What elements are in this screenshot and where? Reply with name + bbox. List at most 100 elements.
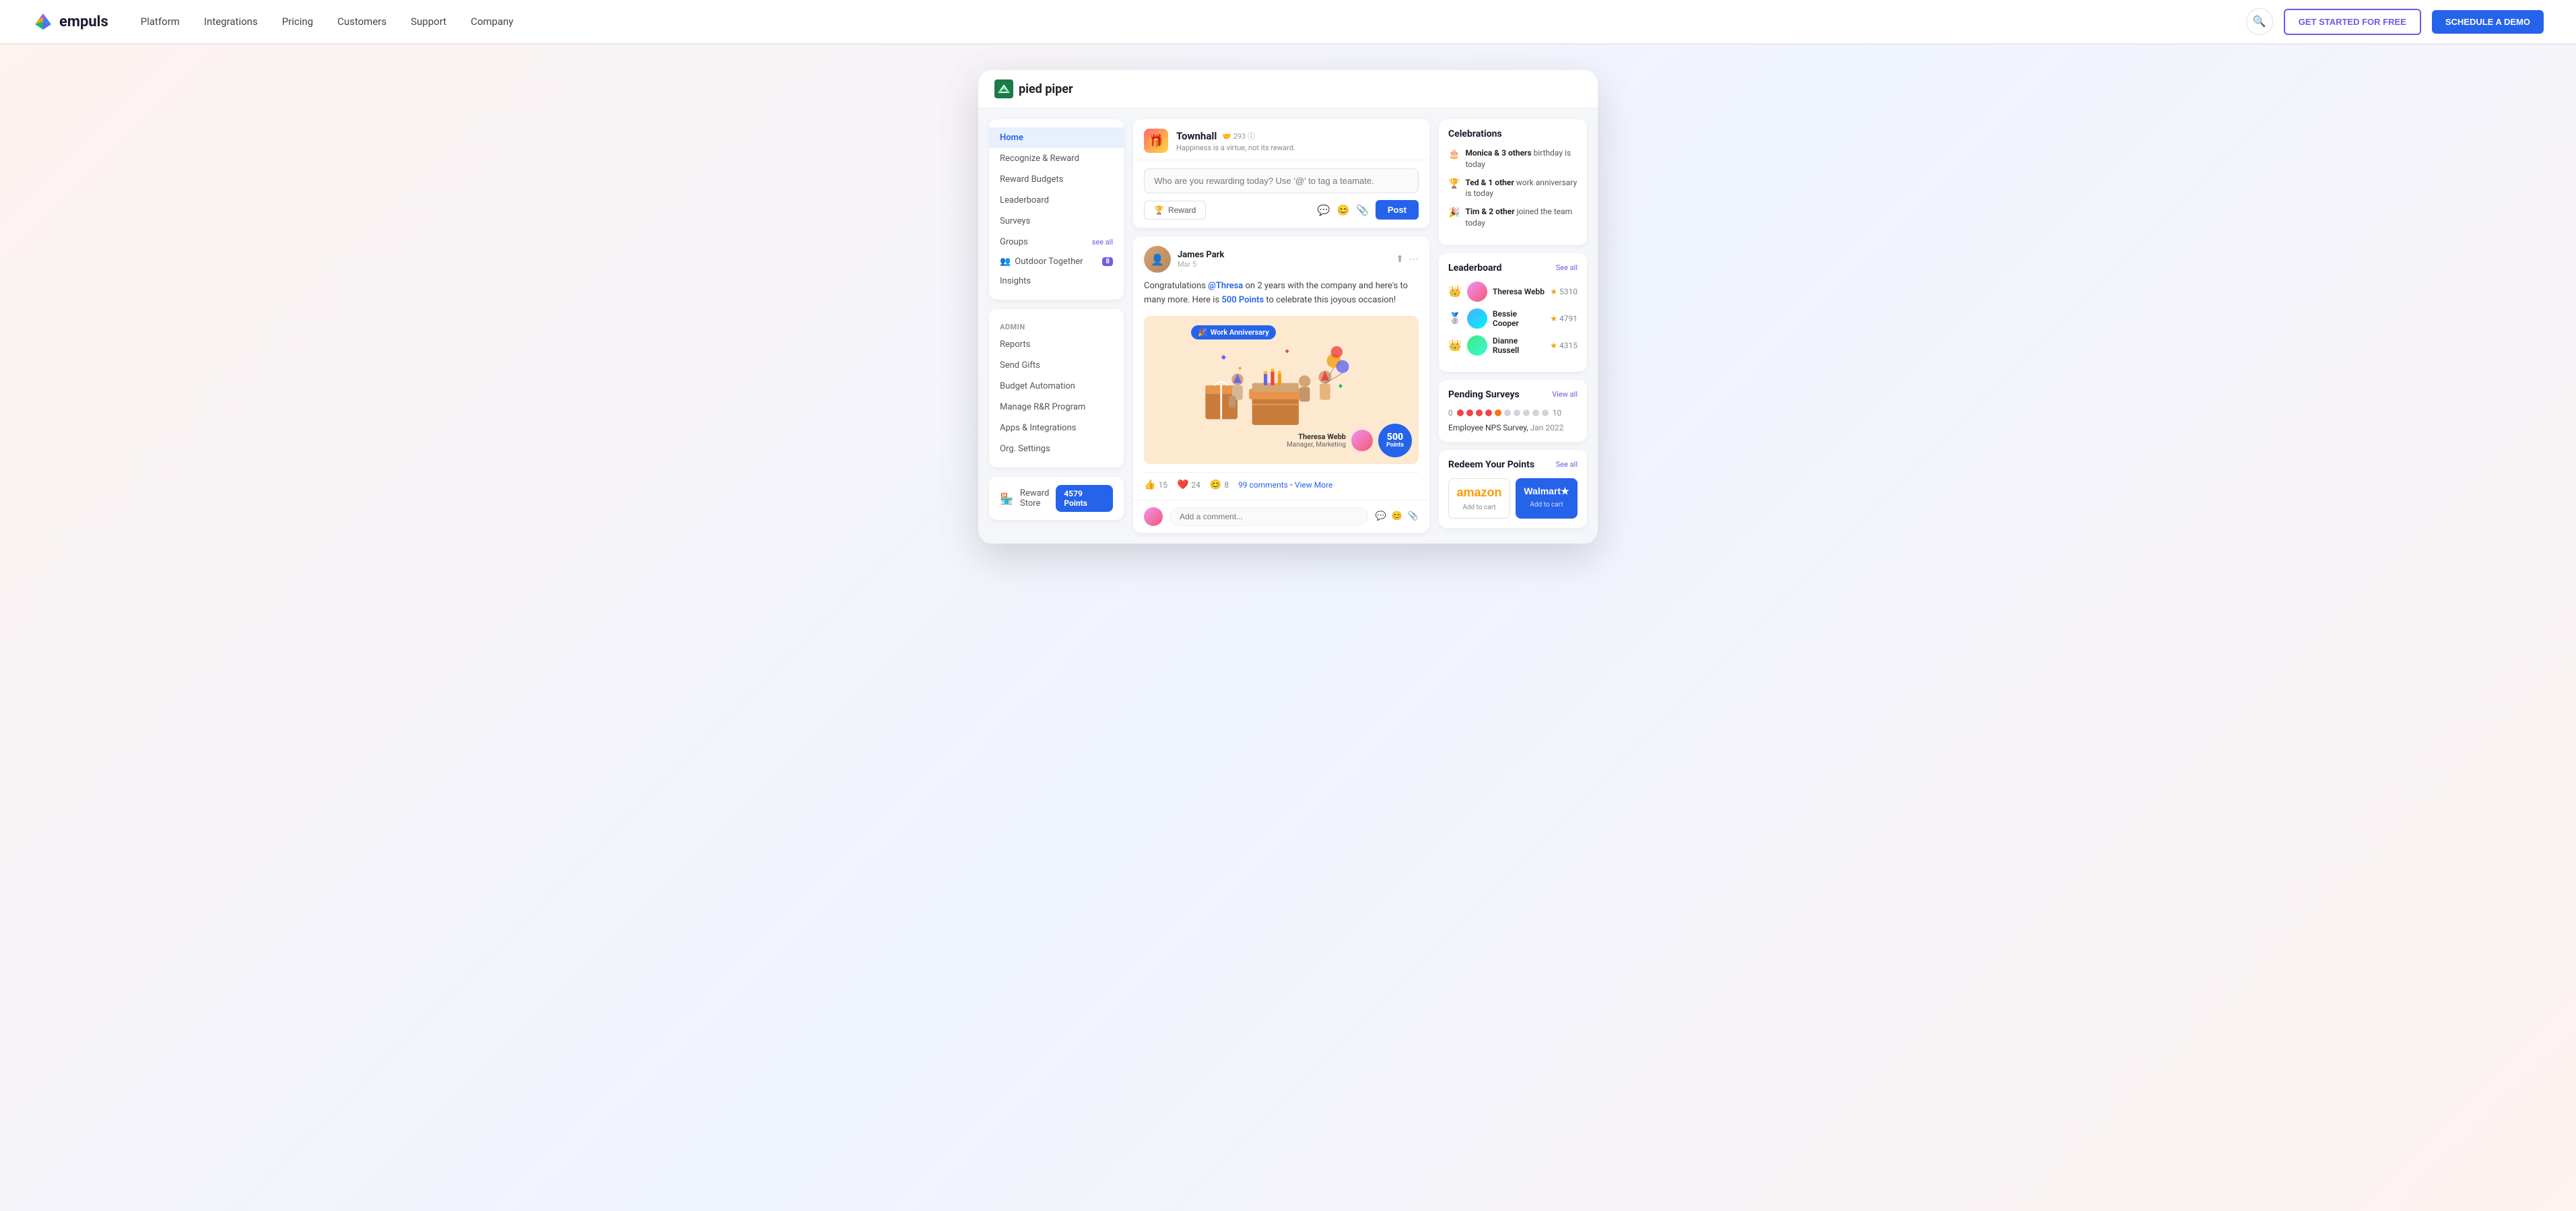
sidebar-item-leaderboard[interactable]: Leaderboard: [989, 190, 1124, 211]
post-input[interactable]: [1144, 168, 1419, 193]
dot-5[interactable]: [1495, 410, 1501, 416]
comment-icon[interactable]: 💬: [1318, 204, 1330, 216]
dot-10[interactable]: [1542, 410, 1549, 416]
star-icon-1: ★: [1550, 287, 1557, 296]
townhall-title-row: Townhall 🤝 293 ⓘ: [1176, 130, 1419, 142]
work-anniversary-badge: 🎉 Work Anniversary: [1191, 325, 1276, 339]
badge-label: Work Anniversary: [1211, 328, 1269, 337]
comment-reaction-icon[interactable]: 😊: [1392, 511, 1402, 521]
empuls-logo-icon: [32, 11, 54, 32]
sidebar-item-org-settings[interactable]: Org. Settings: [989, 438, 1124, 459]
dot-1[interactable]: [1457, 410, 1464, 416]
walmart-logo: Walmart★: [1523, 486, 1570, 497]
reaction-smile[interactable]: 😊 8: [1210, 480, 1229, 490]
leaderboard-see-all[interactable]: See all: [1556, 263, 1578, 272]
post-author-name: James Park: [1178, 250, 1389, 260]
sidebar-item-recognize[interactable]: Recognize & Reward: [989, 148, 1124, 169]
poster-info: Theresa Webb Manager, Marketing: [1287, 432, 1346, 449]
amazon-logo: amazon: [1456, 486, 1503, 500]
group-label: Outdoor Together: [1015, 257, 1098, 267]
sidebar-item-insights[interactable]: Insights: [989, 271, 1124, 292]
group-icon: 👥: [1000, 257, 1011, 267]
leaderboard-title: Leaderboard: [1448, 263, 1501, 273]
sidebar-group-outdoor[interactable]: 👥 Outdoor Together 8: [989, 253, 1124, 271]
view-more-link[interactable]: View More: [1295, 480, 1333, 490]
dot-7[interactable]: [1514, 410, 1520, 416]
surveys-view-all[interactable]: View all: [1552, 390, 1578, 399]
smile-icon: 😊: [1210, 480, 1221, 490]
sidebar-item-send-gifts[interactable]: Send Gifts: [989, 355, 1124, 376]
search-button[interactable]: 🔍: [2246, 8, 2273, 35]
lb-score-3: ★ 4315: [1550, 341, 1578, 350]
comment-icons: 💬 😊 📎: [1375, 511, 1419, 521]
sidebar-item-budget-automation[interactable]: Budget Automation: [989, 376, 1124, 397]
group-badge: 8: [1102, 257, 1113, 266]
reaction-thumbs-up[interactable]: 👍 15: [1144, 480, 1167, 490]
feed-post-card: 👤 James Park Mar 5 ⬆ ⋯: [1133, 236, 1429, 533]
nav-customers[interactable]: Customers: [337, 15, 386, 28]
townhall-card: 🎁 Townhall 🤝 293 ⓘ Happiness is a virtue…: [1133, 119, 1429, 228]
townhall-icon: 🎁: [1144, 129, 1168, 153]
reward-store-bar[interactable]: 🏪 Reward Store 4579 Points: [989, 477, 1124, 520]
nav-pricing[interactable]: Pricing: [282, 15, 313, 28]
celebrations-card: Celebrations 🎂 Monica & 3 others birthda…: [1439, 119, 1587, 245]
comment-emoji-icon[interactable]: 💬: [1375, 511, 1386, 521]
attach-icon[interactable]: 📎: [1356, 204, 1369, 216]
app-body: Home Recognize & Reward Reward Budgets L…: [978, 108, 1598, 544]
townhall-member-count: 🤝 293 ⓘ: [1222, 131, 1255, 141]
reward-store-icon: 🏪: [1000, 492, 1013, 505]
nav-support[interactable]: Support: [411, 15, 446, 28]
walmart-add-to-cart[interactable]: Add to cart: [1523, 501, 1570, 509]
dot-6[interactable]: [1504, 410, 1511, 416]
post-header: 👤 James Park Mar 5 ⬆ ⋯: [1144, 246, 1419, 273]
points-badge: 4579 Points: [1056, 485, 1113, 512]
app-header: pied piper: [978, 70, 1598, 108]
dot-2[interactable]: [1466, 410, 1473, 416]
schedule-demo-button[interactable]: SCHEDULE A DEMO: [2432, 10, 2544, 34]
survey-date: Jan 2022: [1530, 423, 1564, 432]
dot-3[interactable]: [1476, 410, 1483, 416]
comment-attach-icon[interactable]: 📎: [1408, 511, 1419, 521]
rank-icon-3: 👑: [1448, 339, 1462, 352]
get-started-button[interactable]: GET STARTED FOR FREE: [2284, 9, 2421, 35]
nav-platform[interactable]: Platform: [141, 15, 180, 28]
sidebar-item-home[interactable]: Home: [989, 127, 1124, 148]
reward-button[interactable]: 🏆 Reward: [1144, 201, 1206, 220]
comments-link[interactable]: 99 comments • View More: [1238, 480, 1419, 490]
more-icon[interactable]: ⋯: [1409, 254, 1419, 265]
sidebar-item-apps-integrations[interactable]: Apps & Integrations: [989, 418, 1124, 438]
redeem-see-all[interactable]: See all: [1556, 460, 1578, 469]
nav-integrations[interactable]: Integrations: [204, 15, 258, 28]
redeem-item-amazon: amazon Add to cart: [1448, 478, 1510, 519]
emoji-icon[interactable]: 😊: [1336, 204, 1349, 216]
celebrations-title: Celebrations: [1448, 129, 1502, 139]
sidebar-item-manage-rnr[interactable]: Manage R&R Program: [989, 397, 1124, 418]
nav-company[interactable]: Company: [471, 15, 513, 28]
post-points: 500 Points: [1221, 295, 1264, 305]
dot-8[interactable]: [1523, 410, 1530, 416]
reward-icon: 🏆: [1154, 205, 1164, 215]
amazon-add-to-cart[interactable]: Add to cart: [1456, 504, 1503, 511]
sidebar-item-surveys[interactable]: Surveys: [989, 211, 1124, 232]
poster-avatar: [1351, 430, 1373, 451]
logo[interactable]: empuls: [32, 11, 108, 32]
reaction-heart[interactable]: ❤️ 24: [1177, 480, 1200, 490]
leaderboard-item-3: 👑 Dianne Russell ★ 4315: [1448, 335, 1578, 356]
comment-input[interactable]: [1170, 507, 1368, 526]
sidebar-item-reports[interactable]: Reports: [989, 334, 1124, 355]
celebration-joined-text: Tim & 2 other joined the team today: [1465, 206, 1578, 229]
townhall-info: Townhall 🤝 293 ⓘ Happiness is a virtue, …: [1176, 130, 1419, 152]
reaction-count-3: 8: [1224, 480, 1229, 490]
dot-4[interactable]: [1485, 410, 1492, 416]
share-icon[interactable]: ⬆: [1396, 254, 1404, 265]
sidebar-see-all[interactable]: see all: [1092, 238, 1113, 247]
sidebar-item-reward-budgets[interactable]: Reward Budgets: [989, 169, 1124, 190]
dot-9[interactable]: [1532, 410, 1539, 416]
sidebar: Home Recognize & Reward Reward Budgets L…: [989, 119, 1124, 533]
survey-rating: 0 10: [1448, 408, 1578, 418]
townhall-header: 🎁 Townhall 🤝 293 ⓘ Happiness is a virtue…: [1133, 119, 1429, 160]
post-text: Congratulations @Thresa on 2 years with …: [1144, 280, 1419, 308]
birthday-names: Monica & 3 others: [1465, 148, 1531, 158]
post-button[interactable]: Post: [1376, 200, 1419, 220]
points-circle: 500 Points: [1378, 424, 1412, 457]
